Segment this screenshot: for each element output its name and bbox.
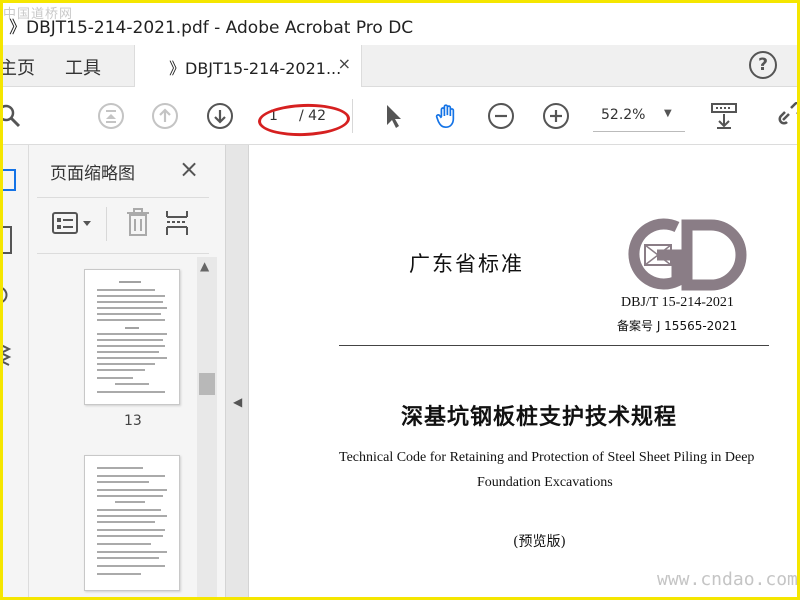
tab-bar: 主页 工具 》DBJT15-214-2021... × ? bbox=[3, 45, 797, 87]
close-panel-button[interactable]: × bbox=[179, 155, 199, 183]
thumbnail-page[interactable] bbox=[84, 455, 180, 591]
toolbar-separator bbox=[352, 99, 353, 133]
thumbnail-scrollbar[interactable]: ▲ bbox=[197, 257, 217, 597]
document-record-number: 备案号 J 15565-2021 bbox=[617, 319, 738, 333]
zoom-in-icon[interactable] bbox=[542, 102, 570, 130]
hand-icon[interactable] bbox=[433, 102, 461, 130]
help-icon[interactable]: ? bbox=[749, 51, 777, 79]
prev-page-icon[interactable] bbox=[151, 102, 179, 130]
thumbnail-page[interactable] bbox=[84, 269, 180, 405]
scroll-up-icon[interactable]: ▲ bbox=[200, 259, 209, 273]
document-rule bbox=[339, 345, 769, 346]
document-code: DBJ/T 15-214-2021 bbox=[621, 295, 734, 310]
document-standard-header: 广东省标准 bbox=[409, 252, 524, 276]
zoom-out-icon[interactable] bbox=[487, 102, 515, 130]
zoom-underline bbox=[593, 131, 685, 132]
document-english-title-line1: Technical Code for Retaining and Protect… bbox=[339, 450, 755, 465]
thumbnail-page-content bbox=[97, 281, 167, 393]
panel-splitter[interactable]: ◀ bbox=[225, 145, 249, 597]
insert-page-icon[interactable] bbox=[165, 207, 193, 239]
page-thumbnails-icon[interactable] bbox=[0, 167, 19, 193]
first-page-icon[interactable] bbox=[97, 102, 125, 130]
select-arrow-icon[interactable] bbox=[379, 102, 407, 130]
document-edition: (预览版) bbox=[513, 534, 566, 550]
link-icon[interactable] bbox=[777, 102, 800, 130]
tab-tools[interactable]: 工具 bbox=[65, 54, 101, 80]
document-tab-label: 》DBJT15-214-2021... bbox=[169, 59, 342, 78]
thumbnail-options-icon[interactable] bbox=[51, 209, 95, 237]
panel-tools-separator bbox=[106, 207, 107, 241]
trash-icon[interactable] bbox=[125, 207, 151, 237]
next-page-icon[interactable] bbox=[206, 102, 234, 130]
panel-divider bbox=[37, 253, 209, 254]
app-window: 》DBJT15-214-2021.pdf - Adobe Acrobat Pro… bbox=[0, 0, 800, 600]
document-page: 广东省标准 DBJ/T 15-214-2021 备案号 J 15565-2021… bbox=[249, 145, 797, 597]
watermark-bottom-right: www.cndao.com bbox=[657, 569, 798, 590]
layers-icon[interactable] bbox=[0, 341, 19, 369]
zoom-level[interactable]: 52.2% bbox=[601, 107, 645, 123]
watermark-top-left: 中国道桥网 bbox=[3, 7, 74, 22]
thumbnail-page-label: 13 bbox=[124, 413, 142, 429]
tab-home[interactable]: 主页 bbox=[3, 54, 35, 80]
scrollbar-thumb[interactable] bbox=[199, 373, 215, 395]
gd-logo bbox=[628, 218, 747, 291]
toolbar: 1 / 42 52.2% ▼ bbox=[0, 87, 800, 145]
document-english-title-line2: Foundation Excavations bbox=[477, 475, 613, 490]
thumbnail-panel-title: 页面缩略图 bbox=[50, 164, 135, 184]
collapse-panel-icon[interactable]: ◀ bbox=[233, 395, 242, 409]
attachments-icon[interactable] bbox=[0, 283, 17, 307]
zoom-dropdown-icon[interactable]: ▼ bbox=[664, 108, 672, 119]
scroll-mode-icon[interactable] bbox=[709, 102, 739, 130]
search-icon[interactable] bbox=[0, 102, 23, 130]
thumbnail-panel: 页面缩略图 × 13 ▲ bbox=[29, 145, 225, 597]
left-rail bbox=[0, 145, 29, 597]
bookmarks-icon[interactable] bbox=[0, 225, 19, 255]
document-title: 深基坑钢板桩支护技术规程 bbox=[401, 405, 678, 430]
close-tab-button[interactable]: × bbox=[338, 54, 351, 73]
thumbnail-page-content bbox=[97, 467, 167, 575]
panel-divider bbox=[37, 197, 209, 198]
title-bar: 》DBJT15-214-2021.pdf - Adobe Acrobat Pro… bbox=[3, 3, 797, 45]
tab-document[interactable]: 》DBJT15-214-2021... × bbox=[134, 45, 362, 87]
